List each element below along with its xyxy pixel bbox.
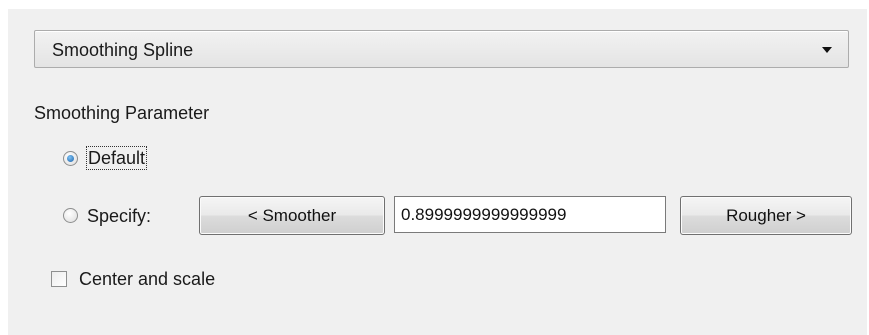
smoother-button[interactable]: < Smoother [199, 196, 385, 235]
center-scale-checkbox[interactable] [51, 271, 67, 287]
smoothing-value-field[interactable]: 0.8999999999999999 [394, 196, 666, 233]
fit-type-value: Smoothing Spline [52, 40, 194, 60]
specify-radio-label[interactable]: Specify: [87, 205, 151, 227]
default-radio[interactable] [63, 151, 78, 166]
default-radio-label[interactable]: Default [85, 146, 148, 170]
smoothing-parameter-label: Smoothing Parameter [34, 103, 210, 123]
specify-radio[interactable] [63, 208, 78, 223]
center-scale-label[interactable]: Center and scale [79, 268, 215, 290]
chevron-down-icon [822, 47, 832, 53]
fit-type-dropdown[interactable]: Smoothing Spline [34, 30, 849, 68]
rougher-button[interactable]: Rougher > [680, 196, 852, 235]
